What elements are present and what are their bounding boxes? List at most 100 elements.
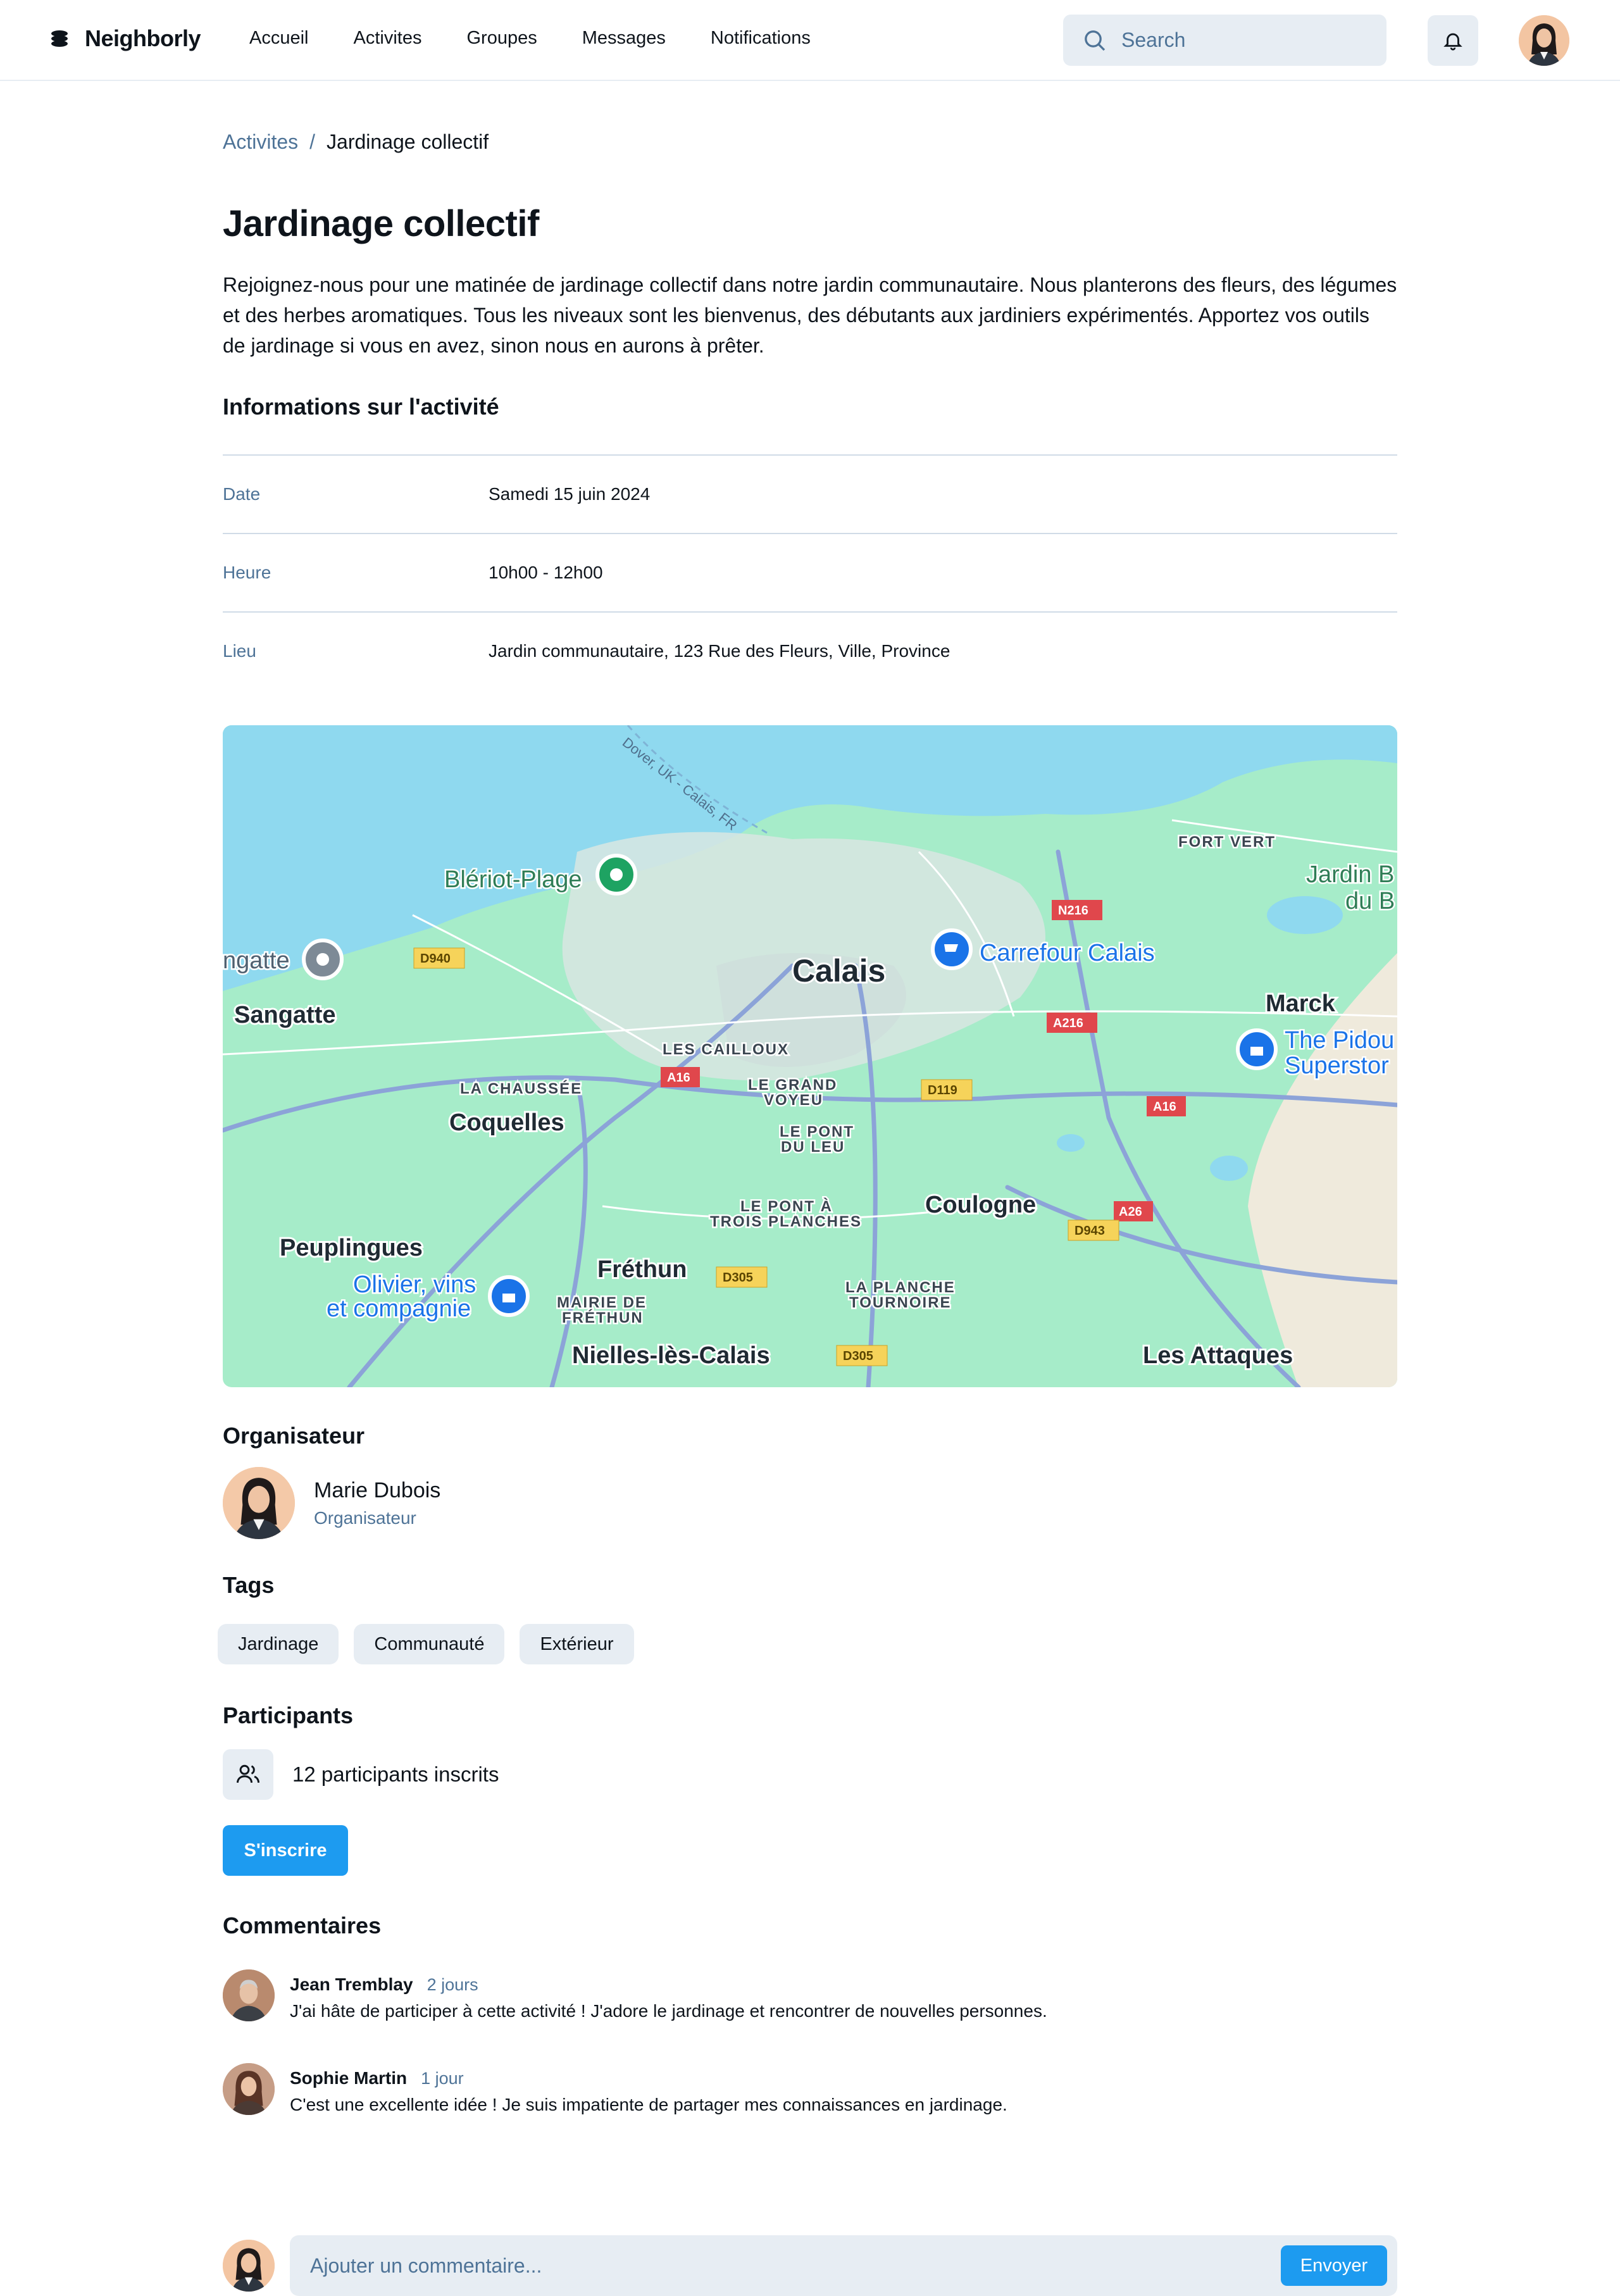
info-value: Samedi 15 juin 2024 xyxy=(489,484,651,504)
breadcrumb-separator: / xyxy=(309,130,316,153)
info-row-date: Date Samedi 15 juin 2024 xyxy=(223,454,1397,533)
nav-activites[interactable]: Activites xyxy=(354,28,422,49)
map-label-pont-trois-2: TROIS PLANCHES xyxy=(710,1213,862,1230)
map-label-peuplingues: Peuplingues xyxy=(280,1235,423,1261)
send-comment-button[interactable]: Envoyer xyxy=(1281,2245,1387,2286)
map-road-d943: D943 xyxy=(1075,1224,1105,1238)
organizer-heading: Organisateur xyxy=(223,1423,365,1449)
comment-time: 2 jours xyxy=(427,1975,478,1994)
brand[interactable]: Neighborly xyxy=(49,25,201,52)
comment-text: J'ai hâte de participer à cette activité… xyxy=(290,2001,1047,2021)
comments-heading: Commentaires xyxy=(223,1912,382,1938)
organizer-role: Organisateur xyxy=(314,1507,416,1528)
map-label-fort-vert: FORT VERT xyxy=(1178,833,1276,851)
nav-notifications[interactable]: Notifications xyxy=(711,28,811,49)
map-label-coquelles: Coquelles xyxy=(449,1109,564,1136)
user-avatar[interactable] xyxy=(1519,15,1569,66)
map-poi-pidou: The Pidou xyxy=(1285,1027,1394,1054)
tag-list: Jardinage Communauté Extérieur xyxy=(218,1624,634,1664)
avatar-man-icon xyxy=(223,1969,275,2021)
map-label-pont-leu: LE PONT xyxy=(780,1123,854,1140)
activity-description: Rejoignez-nous pour une matinée de jardi… xyxy=(223,273,1397,357)
comment-author[interactable]: Jean Tremblay xyxy=(290,1975,413,1995)
map-label-marck: Marck xyxy=(1266,990,1336,1017)
map-label-grand-voyeu: LE GRAND xyxy=(748,1076,837,1094)
info-row-time: Heure 10h00 - 12h00 xyxy=(223,533,1397,611)
map-road-d305: D305 xyxy=(723,1271,753,1285)
map-pin-pidou[interactable] xyxy=(1236,1028,1278,1070)
nav-accueil[interactable]: Accueil xyxy=(249,28,309,49)
map-poi-carrefour: Carrefour Calais xyxy=(980,940,1155,966)
map-label-mairie-2: FRÉTHUN xyxy=(562,1309,644,1326)
map-label-attaques: Les Attaques xyxy=(1143,1342,1293,1369)
tag-exterieur[interactable]: Extérieur xyxy=(520,1624,634,1664)
info-value: 10h00 - 12h00 xyxy=(489,563,603,582)
comment-avatar xyxy=(223,1969,275,2021)
map-road-a16: A16 xyxy=(667,1071,690,1085)
comment-field[interactable]: Envoyer xyxy=(290,2235,1397,2296)
map-label-pont-trois: LE PONT À xyxy=(740,1197,833,1215)
map-pin-carrefour[interactable] xyxy=(931,928,973,970)
map-poi-olivier: Olivier, vins xyxy=(353,1271,476,1298)
avatar-woman-icon xyxy=(1519,15,1569,66)
organizer-card[interactable]: Marie Dubois Organisateur xyxy=(223,1467,440,1539)
map-label-cailloux: LES CAILLOUX xyxy=(663,1041,789,1058)
users-icon xyxy=(237,1764,259,1783)
participants-heading: Participants xyxy=(223,1702,354,1728)
breadcrumb-activites-link[interactable]: Activites xyxy=(223,130,298,154)
map-label-nielles: Nielles-lès-Calais xyxy=(572,1342,770,1369)
info-label: Heure xyxy=(223,563,271,582)
avatar-woman-icon xyxy=(223,2240,275,2292)
organizer-name: Marie Dubois xyxy=(314,1478,441,1502)
top-header: Neighborly Accueil Activites Groupes Mes… xyxy=(0,0,1620,81)
bell-icon xyxy=(1443,33,1462,51)
brand-logo-icon xyxy=(51,30,68,47)
map-pin-blerio[interactable] xyxy=(595,854,637,895)
search-icon xyxy=(1085,30,1106,51)
notifications-button[interactable] xyxy=(1428,15,1478,66)
map-label-planche: LA PLANCHE xyxy=(845,1279,956,1296)
map-road-a216: A216 xyxy=(1053,1016,1083,1030)
map-label-planche-2: TOURNOIRE xyxy=(849,1294,952,1311)
map-label-jardin: Jardin B xyxy=(1306,861,1394,888)
map-pin-olivier[interactable] xyxy=(488,1275,530,1317)
participants-row: 12 participants inscrits xyxy=(223,1749,499,1800)
comment-item: Jean Tremblay 2 jours J'ai hâte de parti… xyxy=(223,1969,1047,2021)
nav-groupes[interactable]: Groupes xyxy=(466,28,537,49)
tag-jardinage[interactable]: Jardinage xyxy=(218,1624,339,1664)
map-label-sangatte: Sangatte xyxy=(234,1002,335,1028)
participants-icon-box xyxy=(223,1749,273,1800)
map-road-a26: A26 xyxy=(1119,1205,1142,1219)
map-poi-olivier-2: et compagnie xyxy=(327,1295,471,1322)
map-road-a16-east: A16 xyxy=(1153,1100,1176,1114)
comment-time: 1 jour xyxy=(421,2069,464,2088)
search-input[interactable] xyxy=(1121,28,1362,52)
map-pin-sangatte[interactable] xyxy=(302,939,344,980)
map-label-coulogne: Coulogne xyxy=(925,1192,1036,1218)
comment-avatar xyxy=(223,2063,275,2115)
map-label-jardin-2: du B xyxy=(1345,888,1395,914)
map-label-sangatte-cut: ngatte xyxy=(223,947,290,974)
map-road-d940: D940 xyxy=(420,952,451,966)
map-label-grand-voyeu-2: VOYEU xyxy=(764,1092,823,1109)
map-road-d119: D119 xyxy=(928,1083,957,1097)
info-heading: Informations sur l'activité xyxy=(223,394,499,420)
info-label: Date xyxy=(223,484,261,504)
map-road-d305-south: D305 xyxy=(843,1349,873,1363)
map-label-pont-leu-2: DU LEU xyxy=(781,1139,845,1156)
info-table: Date Samedi 15 juin 2024 Heure 10h00 - 1… xyxy=(223,454,1397,690)
breadcrumb: Activites / Jardinage collectif xyxy=(223,130,489,154)
location-map[interactable]: Calais Sangatte Coquelles Coulogne Marck… xyxy=(223,725,1397,1387)
tag-communaute[interactable]: Communauté xyxy=(354,1624,505,1664)
add-comment-row: Envoyer xyxy=(223,2235,1397,2296)
comment-text: C'est une excellente idée ! Je suis impa… xyxy=(290,2095,1007,2114)
breadcrumb-current: Jardinage collectif xyxy=(327,130,489,153)
page-title: Jardinage collectif xyxy=(223,203,539,244)
register-button[interactable]: S'inscrire xyxy=(223,1825,348,1876)
nav-messages[interactable]: Messages xyxy=(582,28,666,49)
tags-heading: Tags xyxy=(223,1572,275,1598)
comment-author[interactable]: Sophie Martin xyxy=(290,2068,407,2088)
comment-input[interactable] xyxy=(310,2254,1281,2278)
organizer-avatar xyxy=(223,1467,295,1539)
search-box[interactable] xyxy=(1063,15,1386,66)
